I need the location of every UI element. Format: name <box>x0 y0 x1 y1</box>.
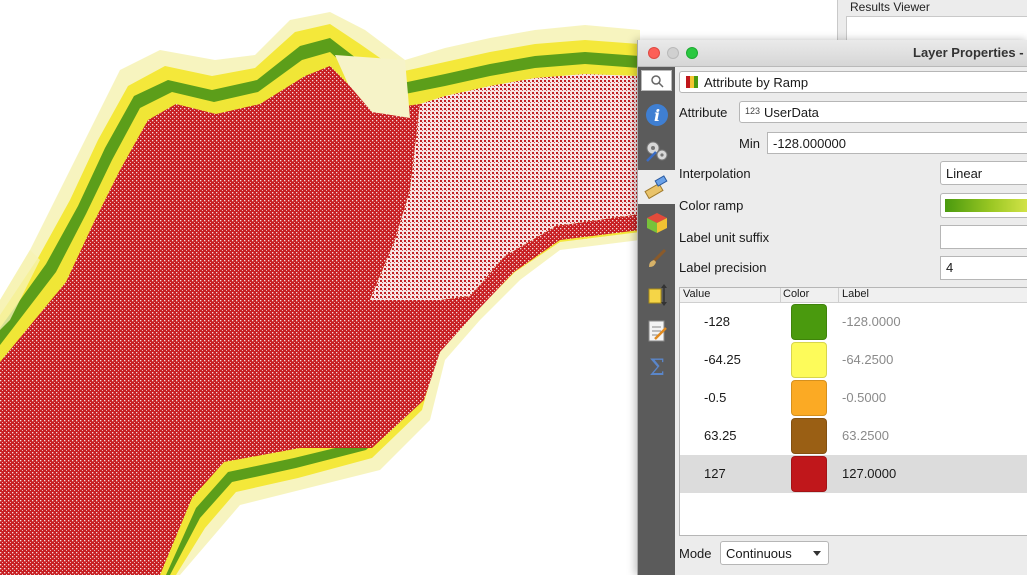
class-color-swatch[interactable] <box>791 418 827 454</box>
sidebar-item-metadata[interactable] <box>638 314 675 348</box>
statistics-sigma-icon: Σ <box>649 356 665 379</box>
symbology-icon <box>643 175 668 199</box>
class-value[interactable]: -128 <box>704 314 730 329</box>
class-color-swatch[interactable] <box>791 304 827 340</box>
table-header: Value Color Label <box>680 288 1027 303</box>
chevron-down-icon <box>813 551 821 556</box>
sidebar-item-information[interactable]: i <box>638 98 675 132</box>
symbology-panel: Attribute by Ramp Attribute 123 UserData… <box>675 67 1027 575</box>
label-unit-suffix-label: Label unit suffix <box>679 230 770 245</box>
class-label[interactable]: -128.0000 <box>842 314 901 329</box>
properties-sidebar: i Σ <box>638 67 675 575</box>
metadata-icon <box>648 320 667 342</box>
search-icon <box>651 75 664 88</box>
class-color-swatch[interactable] <box>791 456 827 492</box>
numeric-field-type-badge: 123 <box>745 106 761 116</box>
3d-view-icon <box>646 213 667 233</box>
zoom-window-button[interactable] <box>686 47 698 59</box>
information-icon: i <box>645 104 668 126</box>
table-row[interactable]: -128 -128.0000 <box>680 303 1027 341</box>
dialog-titlebar[interactable]: Layer Properties - <box>638 40 1027 67</box>
attribute-select[interactable]: 123 UserData <box>739 101 1027 123</box>
sidebar-item-symbology[interactable] <box>638 170 675 204</box>
column-header-value[interactable]: Value <box>683 288 710 300</box>
elevation-icon <box>648 284 667 306</box>
column-separator <box>838 288 839 302</box>
interpolation-label: Interpolation <box>679 166 751 181</box>
close-window-button[interactable] <box>648 47 660 59</box>
label-unit-suffix-input[interactable] <box>940 225 1027 249</box>
minimize-window-button[interactable] <box>667 47 679 59</box>
table-row[interactable]: -64.25 -64.2500 <box>680 341 1027 379</box>
class-color-swatch[interactable] <box>791 380 827 416</box>
mode-label: Mode <box>679 546 712 561</box>
results-viewer-panel: Results Viewer <box>837 0 1027 42</box>
interpolation-value: Linear <box>946 166 983 181</box>
class-value[interactable]: -64.25 <box>704 352 741 367</box>
class-label[interactable]: 63.2500 <box>842 428 889 443</box>
table-row[interactable]: 63.25 63.2500 <box>680 417 1027 455</box>
color-ramp-select[interactable] <box>940 193 1027 218</box>
sidebar-item-elevation[interactable] <box>638 278 675 312</box>
results-viewer-body[interactable] <box>846 16 1027 42</box>
mode-value: Continuous <box>726 546 792 561</box>
sidebar-search[interactable] <box>641 70 672 91</box>
attribute-value: UserData <box>764 105 819 120</box>
renderer-type-select[interactable]: Attribute by Ramp <box>679 71 1027 93</box>
sidebar-item-rendering[interactable] <box>638 242 675 276</box>
column-separator <box>780 288 781 302</box>
color-ramp-preview <box>945 199 1027 212</box>
source-settings-icon <box>645 141 667 162</box>
class-label[interactable]: -0.5000 <box>842 390 886 405</box>
class-value[interactable]: 127 <box>704 466 726 481</box>
color-ramp-label: Color ramp <box>679 198 744 213</box>
layer-properties-dialog: Layer Properties - i Σ Attribute by Ramp… <box>637 40 1027 575</box>
sidebar-item-3d-view[interactable] <box>638 206 675 240</box>
class-color-swatch[interactable] <box>791 342 827 378</box>
label-precision-label: Label precision <box>679 260 767 275</box>
dialog-title: Layer Properties - <box>913 45 1024 60</box>
sidebar-item-source[interactable] <box>638 134 675 168</box>
table-row[interactable]: -0.5 -0.5000 <box>680 379 1027 417</box>
results-viewer-title: Results Viewer <box>850 0 930 14</box>
table-row[interactable]: 127 127.0000 <box>680 455 1027 493</box>
column-header-color[interactable]: Color <box>783 288 809 300</box>
min-label: Min <box>739 136 760 151</box>
attribute-label: Attribute <box>679 105 728 120</box>
renderer-type-value: Attribute by Ramp <box>704 75 809 90</box>
sidebar-item-statistics[interactable]: Σ <box>638 350 675 384</box>
svg-text:Σ: Σ <box>649 356 665 379</box>
label-precision-spinbox[interactable]: 4 <box>940 256 1027 280</box>
rendering-brush-icon <box>648 248 666 267</box>
color-ramp-renderer-icon <box>686 76 698 88</box>
interpolation-select[interactable]: Linear <box>940 161 1027 185</box>
class-value[interactable]: -0.5 <box>704 390 726 405</box>
class-label[interactable]: -64.2500 <box>842 352 893 367</box>
min-input[interactable]: -128.000000 <box>767 132 1027 154</box>
svg-text:i: i <box>653 106 659 125</box>
color-classes-table: Value Color Label -128 -128.0000 -64.25 -64… <box>679 287 1027 536</box>
column-header-label[interactable]: Label <box>842 288 869 300</box>
class-value[interactable]: 63.25 <box>704 428 737 443</box>
class-label[interactable]: 127.0000 <box>842 466 896 481</box>
mode-select[interactable]: Continuous <box>720 541 829 565</box>
